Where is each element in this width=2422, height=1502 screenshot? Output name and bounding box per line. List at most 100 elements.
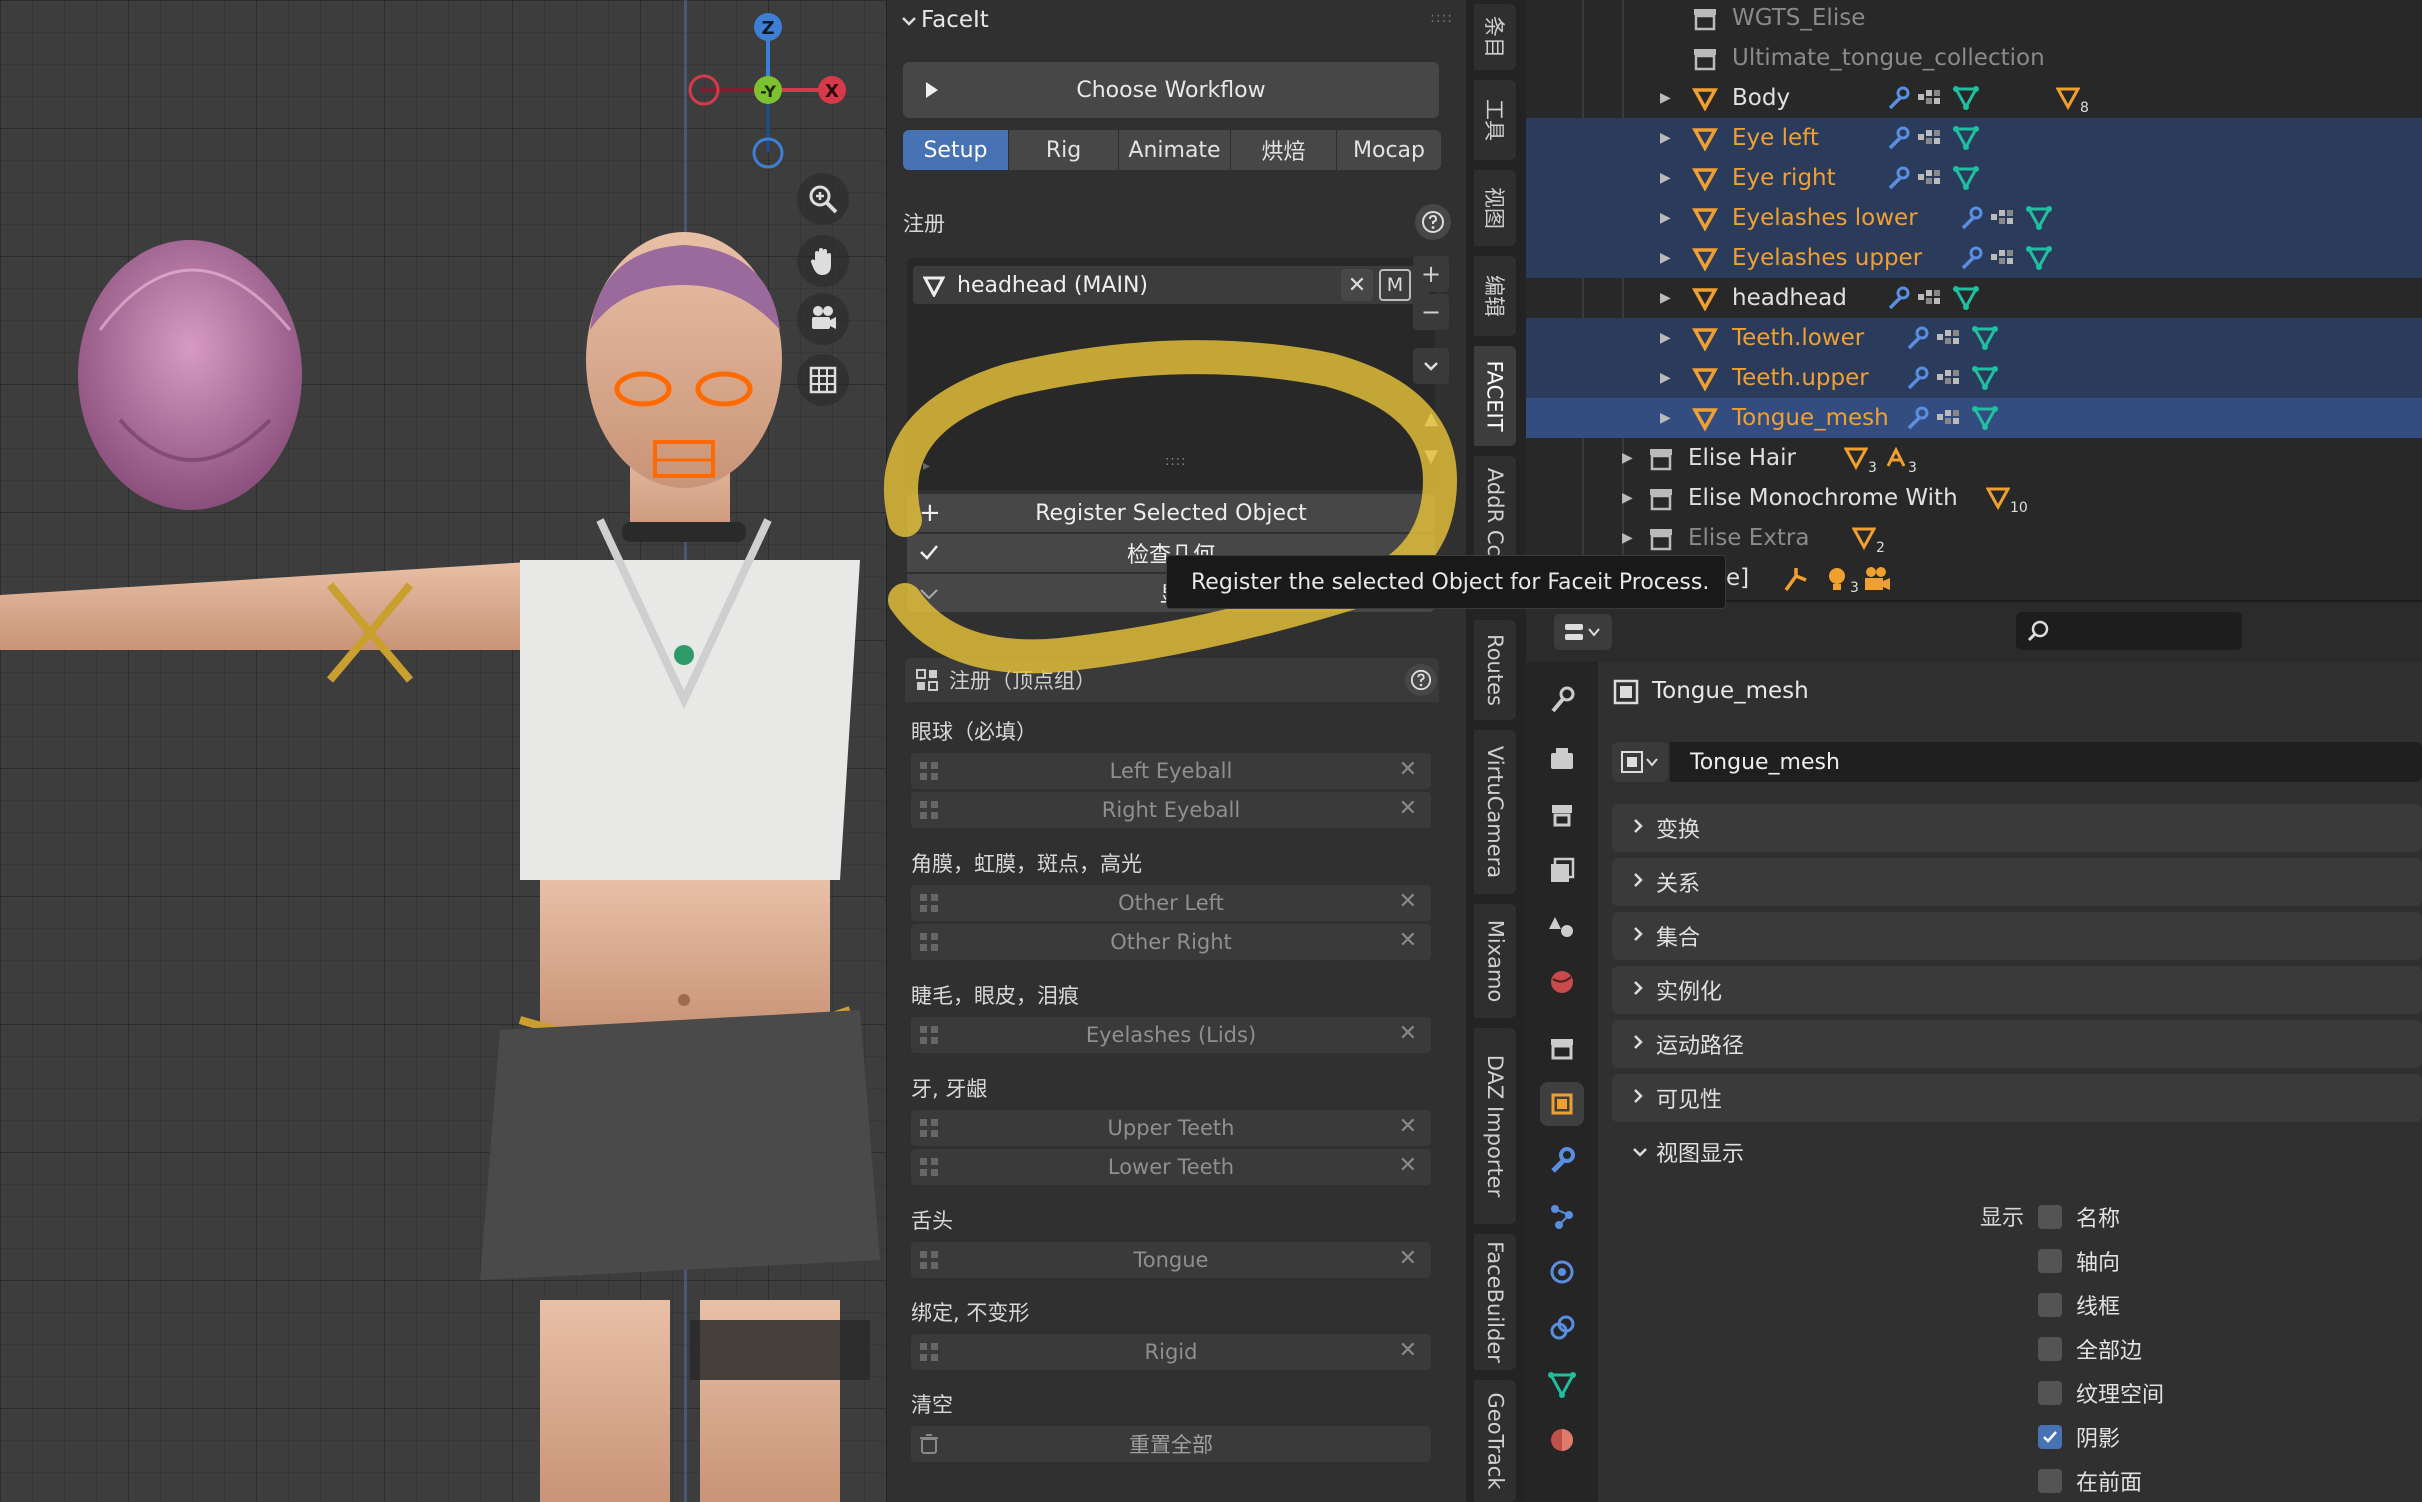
outliner-row[interactable]: ▶ Elise Monochrome With 10 bbox=[1526, 478, 2422, 518]
add-object-icon[interactable]: + bbox=[1413, 256, 1449, 292]
checkbox[interactable] bbox=[2038, 1249, 2062, 1273]
property-section-header[interactable]: 集合 bbox=[1612, 912, 2422, 960]
sidebar-tab-edit[interactable]: 编辑 bbox=[1474, 256, 1516, 336]
sidebar-tab-tool[interactable]: 工具 bbox=[1474, 80, 1516, 160]
field-other-left[interactable]: Other Left ✕ bbox=[911, 885, 1431, 921]
registered-objects-list[interactable]: headhead (MAIN) ✕ M :::: ▸ bbox=[907, 258, 1435, 490]
outliner-item-name[interactable]: Body bbox=[1732, 85, 1790, 111]
list-resize-grip[interactable]: :::: bbox=[1165, 454, 1187, 469]
outliner-row[interactable]: ▶ Eye right bbox=[1526, 158, 2422, 198]
choose-workflow-button[interactable]: Choose Workflow bbox=[903, 62, 1439, 118]
outliner-row[interactable]: ▶ Eyelashes lower bbox=[1526, 198, 2422, 238]
field-tongue[interactable]: Tongue ✕ bbox=[911, 1242, 1431, 1278]
outliner-item-name[interactable]: Elise Monochrome With bbox=[1688, 485, 1958, 511]
registered-object-row[interactable]: headhead (MAIN) ✕ M bbox=[913, 266, 1429, 304]
material-icon[interactable] bbox=[1540, 1418, 1584, 1462]
modifier-data-icons[interactable] bbox=[1959, 204, 2099, 238]
reset-all-button[interactable]: 重置全部 bbox=[911, 1426, 1431, 1462]
properties-search-input[interactable] bbox=[2016, 612, 2242, 650]
field-other-right[interactable]: Other Right ✕ bbox=[911, 924, 1431, 960]
checkbox[interactable] bbox=[2038, 1293, 2062, 1317]
register-selected-object-button[interactable]: + Register Selected Object bbox=[907, 494, 1435, 532]
checkbox-row[interactable]: 全部边 bbox=[2038, 1332, 2142, 1366]
clear-field-icon[interactable]: ✕ bbox=[1399, 928, 1417, 953]
faceit-panel-header[interactable]: FaceIt :::: bbox=[887, 0, 1467, 40]
tab-setup[interactable]: Setup bbox=[903, 130, 1009, 170]
outliner-item-name[interactable]: Elise Extra bbox=[1688, 525, 1809, 551]
move-down-icon[interactable]: ▼ bbox=[1413, 438, 1449, 474]
property-section-header[interactable]: 可见性 bbox=[1612, 1074, 2422, 1122]
collection-icon[interactable] bbox=[1540, 1026, 1584, 1070]
sidebar-tab-geotrack[interactable]: GeoTrack bbox=[1474, 1380, 1516, 1502]
field-right-eyeball[interactable]: Right Eyeball ✕ bbox=[911, 792, 1431, 828]
modifier-data-icons[interactable] bbox=[1886, 284, 2026, 318]
checkbox[interactable] bbox=[2038, 1337, 2062, 1361]
outliner-row[interactable]: ▶ Teeth.lower bbox=[1526, 318, 2422, 358]
field-lower-teeth[interactable]: Lower Teeth ✕ bbox=[911, 1149, 1431, 1185]
clear-field-icon[interactable]: ✕ bbox=[1399, 1021, 1417, 1046]
field-eyelashes[interactable]: Eyelashes (Lids) ✕ bbox=[911, 1017, 1431, 1053]
checkbox-row[interactable]: 在前面 bbox=[2038, 1464, 2142, 1498]
outliner[interactable]: WGTS_Elise Ultimate_tongue_collection ▶ Bod… bbox=[1526, 0, 2422, 600]
modifier-data-icons[interactable] bbox=[1886, 124, 2026, 158]
world-icon[interactable] bbox=[1540, 960, 1584, 1004]
modifier-data-icons[interactable] bbox=[1905, 324, 2045, 358]
zoom-icon[interactable] bbox=[797, 173, 849, 225]
outliner-item-name[interactable]: Ultimate_tongue_collection bbox=[1732, 45, 2045, 71]
outliner-row[interactable]: ▶ Eye left bbox=[1526, 118, 2422, 158]
clear-field-icon[interactable]: ✕ bbox=[1399, 1153, 1417, 1178]
checkbox-checked-icon[interactable] bbox=[2038, 1425, 2062, 1449]
property-section-header[interactable]: 关系 bbox=[1612, 858, 2422, 906]
expand-caret-icon[interactable]: ▶ bbox=[1660, 170, 1671, 186]
sidebar-tab-routes[interactable]: Routes bbox=[1474, 620, 1516, 720]
view-layer-icon[interactable] bbox=[1540, 848, 1584, 892]
expand-caret-icon[interactable]: ▶ bbox=[1622, 530, 1633, 546]
outliner-item-name[interactable]: Teeth.lower bbox=[1732, 325, 1864, 351]
clear-field-icon[interactable]: ✕ bbox=[1399, 757, 1417, 782]
checkbox-row[interactable]: 阴影 bbox=[2038, 1420, 2120, 1454]
outliner-item-name[interactable]: Eye left bbox=[1732, 125, 1819, 151]
property-section-header[interactable]: 运动路径 bbox=[1612, 1020, 2422, 1068]
move-up-icon[interactable]: ▲ bbox=[1413, 400, 1449, 436]
outliner-row[interactable]: ▶ Elise Hair 3 3 bbox=[1526, 438, 2422, 478]
modifier-data-icons[interactable] bbox=[1886, 84, 2026, 118]
vertex-groups-help-icon[interactable] bbox=[1405, 664, 1437, 696]
sidebar-tab-addr[interactable]: AddR Cc bbox=[1474, 456, 1516, 568]
sidebar-tab-virtucamera[interactable]: VirtuCamera bbox=[1474, 730, 1516, 894]
outliner-item-name[interactable]: Tongue_mesh bbox=[1732, 405, 1889, 431]
camera-view-icon[interactable] bbox=[797, 293, 849, 345]
navigation-gizmo[interactable]: X Z -Y bbox=[680, 10, 880, 170]
modifier-data-icons[interactable] bbox=[1905, 364, 2045, 398]
object-name-field[interactable]: Tongue_mesh bbox=[1670, 742, 2422, 782]
character-model[interactable] bbox=[0, 0, 886, 1502]
list-menu-chevron-icon[interactable] bbox=[1413, 348, 1449, 384]
drag-grip-icon[interactable]: :::: bbox=[1430, 10, 1453, 26]
vertex-groups-header[interactable]: 注册（顶点组） bbox=[905, 658, 1439, 702]
modifier-data-icons[interactable] bbox=[1959, 244, 2099, 278]
outliner-row[interactable]: ▶ Body 8 bbox=[1526, 78, 2422, 118]
property-section-header[interactable]: 视图显示 bbox=[1612, 1128, 2422, 1176]
clear-field-icon[interactable]: ✕ bbox=[1399, 796, 1417, 821]
expand-caret-icon[interactable]: ▶ bbox=[1660, 410, 1671, 426]
checkbox[interactable] bbox=[2038, 1205, 2062, 1229]
modifier-wrench-icon[interactable] bbox=[1540, 1138, 1584, 1182]
constraints-icon[interactable] bbox=[1540, 1306, 1584, 1350]
outliner-row[interactable]: ▶ Eyelashes upper bbox=[1526, 238, 2422, 278]
output-icon[interactable] bbox=[1540, 792, 1584, 836]
expand-caret-icon[interactable]: ▶ bbox=[1660, 90, 1671, 106]
tab-rig[interactable]: Rig bbox=[1009, 130, 1119, 170]
modifier-data-icons[interactable] bbox=[1886, 164, 2026, 198]
3d-viewport[interactable]: X Z -Y bbox=[0, 0, 886, 1502]
outliner-row[interactable]: Ultimate_tongue_collection bbox=[1526, 38, 2422, 78]
remove-object-icon[interactable]: ✕ bbox=[1341, 269, 1373, 301]
object-type-dropdown[interactable] bbox=[1612, 742, 1668, 782]
editor-type-menu[interactable] bbox=[1554, 614, 1612, 650]
property-section-header[interactable]: 实例化 bbox=[1612, 966, 2422, 1014]
remove-object-minus-icon[interactable]: − bbox=[1413, 294, 1449, 330]
tab-animate[interactable]: Animate bbox=[1119, 130, 1231, 170]
checkbox-row[interactable]: 名称 bbox=[2038, 1200, 2120, 1234]
clear-field-icon[interactable]: ✕ bbox=[1399, 889, 1417, 914]
outliner-item-name[interactable]: WGTS_Elise bbox=[1732, 5, 1865, 31]
clear-field-icon[interactable]: ✕ bbox=[1399, 1114, 1417, 1139]
particles-icon[interactable] bbox=[1540, 1194, 1584, 1238]
